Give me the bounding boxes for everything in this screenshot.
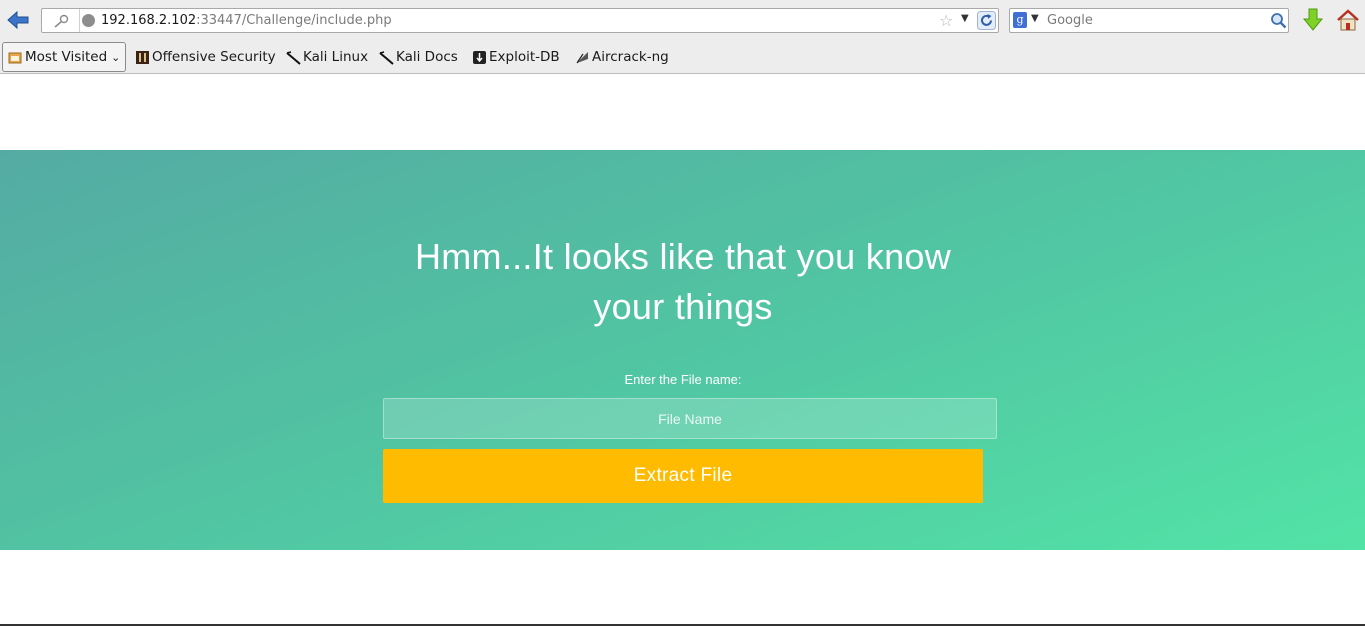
site-identity-icon	[53, 14, 68, 28]
bookmark-star-icon[interactable]: ☆	[939, 11, 953, 30]
bookmarks-toolbar: Most Visited ⌄ Offensive Security Kali L…	[0, 40, 1365, 74]
page-title-line-1: Hmm...It looks like that you know	[414, 236, 952, 277]
most-visited-label: Most Visited	[25, 49, 108, 65]
url-path: :33447/Challenge/include.php	[196, 13, 392, 28]
most-visited-button[interactable]: Most Visited ⌄	[2, 42, 126, 72]
downloads-button[interactable]	[1300, 6, 1326, 34]
bookmark-label: Kali Linux	[303, 49, 369, 65]
navigation-toolbar: 192.168.2.102:33447/Challenge/include.ph…	[0, 0, 1365, 40]
search-engine-icon[interactable]: g	[1013, 12, 1027, 28]
bookmark-label: Kali Docs	[396, 49, 458, 65]
download-arrow-icon	[1302, 8, 1324, 31]
home-icon	[1337, 9, 1359, 31]
chevron-down-icon: ⌄	[111, 50, 121, 64]
search-go-button[interactable]	[1269, 11, 1288, 30]
exploitdb-icon	[471, 49, 487, 65]
back-button[interactable]	[4, 7, 32, 33]
file-name-input[interactable]	[383, 398, 997, 439]
magnifier-icon	[1271, 13, 1287, 29]
site-identity-button[interactable]	[42, 9, 80, 32]
aircrack-icon	[574, 49, 590, 65]
search-placeholder[interactable]: Google	[1047, 13, 1093, 28]
file-name-label: Enter the File name:	[624, 372, 742, 387]
kali-dragon-icon	[285, 49, 301, 65]
page-title-line-2: your things	[593, 286, 773, 327]
bookmark-label: Offensive Security	[152, 49, 276, 65]
offsec-icon	[134, 49, 150, 65]
page-title: Hmm...It looks like that you know your t…	[382, 232, 984, 332]
search-engine-dropdown-icon[interactable]: ▼	[1031, 13, 1039, 24]
bookmark-label: Exploit-DB	[489, 49, 560, 65]
url-history-dropdown-icon[interactable]: ▼	[961, 13, 969, 24]
bookmark-kali-docs[interactable]: Kali Docs	[378, 42, 458, 72]
url-bar[interactable]: 192.168.2.102:33447/Challenge/include.ph…	[41, 8, 999, 33]
search-bar[interactable]: g ▼ Google	[1009, 8, 1289, 33]
url-host: 192.168.2.102	[101, 13, 197, 28]
reload-icon	[977, 11, 996, 30]
back-arrow-icon	[7, 10, 29, 30]
extract-file-button[interactable]: Extract File	[383, 449, 983, 503]
kali-dragon-icon	[378, 49, 394, 65]
url-text[interactable]: 192.168.2.102:33447/Challenge/include.ph…	[101, 13, 392, 28]
bookmark-offensive-security[interactable]: Offensive Security	[134, 42, 276, 72]
challenge-hero-section: Hmm...It looks like that you know your t…	[0, 150, 1365, 550]
bookmark-exploit-db[interactable]: Exploit-DB	[471, 42, 560, 72]
home-button[interactable]	[1335, 6, 1361, 34]
bookmark-aircrack-ng[interactable]: Aircrack-ng	[574, 42, 669, 72]
bookmark-label: Aircrack-ng	[592, 49, 669, 65]
reload-button[interactable]	[976, 10, 997, 31]
globe-icon	[82, 14, 95, 27]
folder-icon	[7, 49, 23, 65]
bookmark-kali-linux[interactable]: Kali Linux	[285, 42, 368, 72]
